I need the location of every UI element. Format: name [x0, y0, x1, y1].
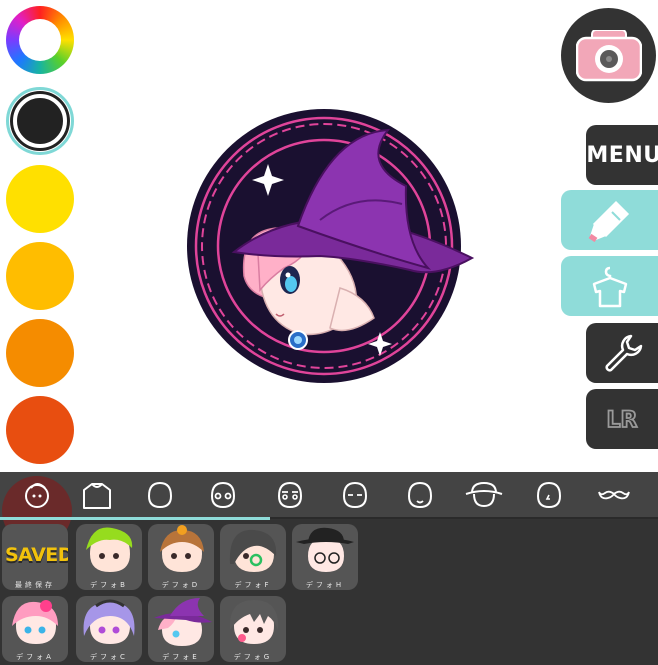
paint-tube-icon [588, 200, 629, 242]
category-tab-expression[interactable] [333, 478, 377, 512]
category-bar [0, 472, 658, 546]
category-tab-mouth[interactable] [398, 478, 442, 512]
head-brows-icon [277, 481, 303, 509]
shirt-icon [83, 483, 111, 509]
color-swatch-red-orange[interactable] [6, 396, 74, 464]
swap-lr-icon: LR [606, 407, 639, 434]
preset-avatar-thumbnail [12, 600, 58, 644]
category-tab-head[interactable] [138, 478, 182, 512]
color-swatch-orange[interactable] [6, 319, 74, 387]
selected-color-core [13, 94, 67, 148]
head-eyes-icon [210, 481, 236, 509]
preset-label: デフォH [305, 581, 345, 589]
preset-label: デフォB [90, 581, 128, 589]
swap-lr-button[interactable]: LR [586, 389, 658, 449]
category-tab-outfit[interactable] [75, 478, 119, 512]
preset-avatar-thumbnail [154, 598, 212, 646]
preset-label: デフォG [233, 653, 273, 661]
category-tab-brows[interactable] [268, 478, 312, 512]
preset-default-h[interactable]: デフォH [292, 524, 358, 590]
preset-label: 最終保存 [15, 581, 55, 589]
swap-lr-label: LR [607, 408, 638, 433]
saved-badge: SAVED [5, 544, 68, 566]
preset-avatar-thumbnail [229, 529, 277, 572]
hat-icon [465, 481, 503, 508]
head-nose-icon [536, 481, 562, 509]
category-scroll-indicator [0, 517, 270, 520]
color-wheel-button[interactable] [6, 6, 74, 74]
face-outline-icon [25, 483, 49, 508]
category-tab-nose[interactable] [527, 478, 571, 512]
avatar-canvas [187, 109, 475, 383]
preset-avatar-thumbnail [83, 599, 135, 644]
preset-avatar-thumbnail [229, 600, 279, 644]
preset-default-b[interactable]: デフォB [76, 524, 142, 590]
parts-panel: SAVED 最終保存 デフォB デフォD デフォF デフォH デフォA デフォC [0, 472, 658, 665]
camera-icon [576, 30, 642, 82]
head-mouth-icon [407, 481, 433, 509]
category-tab-hat[interactable] [462, 478, 506, 512]
preset-avatar-thumbnail [160, 525, 204, 572]
menu-button-label: MENU [586, 142, 658, 168]
camera-button[interactable] [561, 8, 656, 103]
color-swatch-yellow[interactable] [6, 165, 74, 233]
avatar-maker-screen: MENU LR SAVED 最終保存 デフォB デフォD デフォF デフォH デ… [0, 0, 658, 665]
paint-tool-button[interactable] [561, 190, 658, 250]
preset-default-g[interactable]: デフォG [220, 596, 286, 662]
preset-default-d[interactable]: デフォD [148, 524, 214, 590]
preset-label: デフォC [90, 653, 128, 661]
selected-color-swatch[interactable] [6, 87, 74, 155]
wrench-icon [605, 334, 643, 372]
category-tab-face[interactable] [15, 478, 59, 512]
preset-default-a[interactable]: デフォA [2, 596, 68, 662]
mustache-icon [598, 490, 630, 500]
preset-avatar-thumbnail [296, 527, 354, 572]
settings-button[interactable] [586, 323, 658, 383]
menu-button[interactable]: MENU [586, 125, 658, 185]
preset-label: デフォF [234, 581, 272, 589]
preset-default-f[interactable]: デフォF [220, 524, 286, 590]
preset-label: デフォE [162, 653, 200, 661]
preset-avatar-thumbnail [86, 527, 133, 572]
preset-default-e[interactable]: デフォE [148, 596, 214, 662]
shirt-hanger-icon [592, 266, 627, 308]
preset-default-c[interactable]: デフォC [76, 596, 142, 662]
clothing-button[interactable] [561, 256, 658, 316]
head-icon [147, 481, 173, 509]
head-closed-eyes-icon [342, 481, 368, 509]
category-tab-eyes[interactable] [201, 478, 245, 512]
color-swatch-amber[interactable] [6, 242, 74, 310]
category-tab-mustache[interactable] [592, 478, 636, 512]
preset-label: デフォD [161, 581, 201, 589]
preset-label: デフォA [16, 653, 54, 661]
preset-last-saved[interactable]: SAVED 最終保存 [2, 524, 68, 590]
